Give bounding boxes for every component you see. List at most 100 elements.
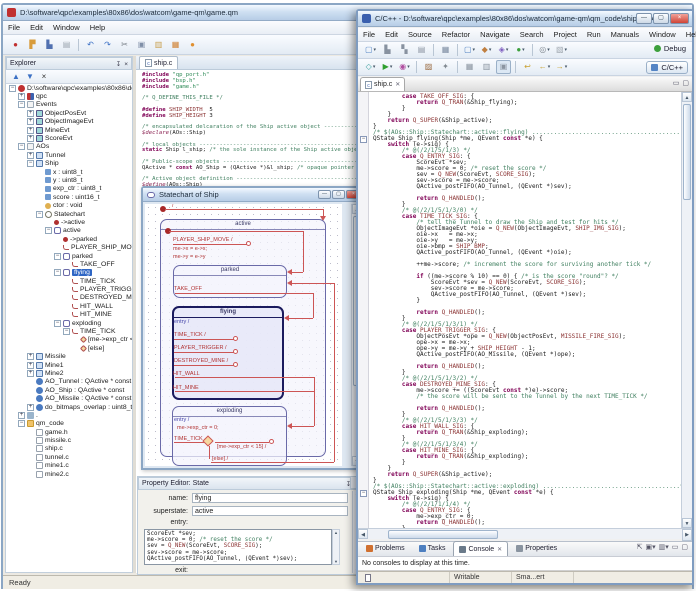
expand-icon[interactable]: + [27,362,34,369]
collapse-icon[interactable]: − [18,420,25,427]
tree-item-scoreevt[interactable]: +ScoreEvt [6,134,132,142]
tree-item-take-off[interactable]: TAKE_OFF [6,260,132,268]
internal-transition-connector[interactable] [269,439,274,444]
expand-icon[interactable]: + [27,404,34,411]
tree-item-statechart[interactable]: −Statechart [6,210,132,218]
tab-problems[interactable]: Problems [360,541,411,556]
expand-icon[interactable]: + [27,353,34,360]
build-settings-button[interactable]: ✦ [438,60,453,74]
scroll-up-icon[interactable]: ▲ [682,92,692,102]
move-down-button[interactable]: ▼ [24,71,36,83]
statechart-minimize-button[interactable]: — [318,190,331,199]
menu-window[interactable]: Window [644,28,681,41]
name-field[interactable]: flying [192,493,348,503]
tree-item-exp-ctr-uint8-t[interactable]: exp_ctr : uint8_t [6,185,132,193]
menu-window[interactable]: Window [48,21,85,34]
tree-item-[interactable]: +. [6,411,132,419]
tree-item-time-tick[interactable]: −TIME_TICK [6,327,132,335]
editor-horizontal-scrollbar[interactable]: ◀ ▶ [358,528,692,539]
tree-item-ctor-void[interactable]: ctor : void [6,201,132,209]
tree-item-active[interactable]: ->active [6,218,132,226]
maximize-button[interactable]: ▢ [653,13,669,24]
minimize-view-icon[interactable]: ▭ [673,80,680,87]
fold-collapse-icon[interactable]: − [360,490,367,497]
statechart-canvas[interactable]: / active PLAYER_SHIP_MOVE / me->x = [145,204,342,466]
tree-item-player-ship-move[interactable]: PLAYER_SHIP_MOVE [6,243,132,251]
tree-item-qpc[interactable]: +qpc [6,92,132,100]
transition-label-destroyed-mine[interactable]: DESTROYED_MINE / [174,358,228,364]
import-button[interactable]: ▦ [168,38,183,52]
menu-file[interactable]: File [3,21,25,34]
save-button[interactable]: ▙ [380,43,395,57]
menu-source[interactable]: Source [403,28,437,41]
undo-button[interactable]: ↶ [83,38,98,52]
tree-item-ship-c[interactable]: ship.c [6,445,132,453]
profile-dropdown[interactable]: ◉▾ [397,60,412,74]
tree-item-mine1-c[interactable]: mine1.c [6,462,132,470]
tree-item-ship[interactable]: −Ship [6,160,132,168]
transition-label-player-trigger[interactable]: PLAYER_TRIGGER / [174,345,226,351]
collapse-icon[interactable]: − [18,101,25,108]
search-dropdown[interactable]: ◎▾ [537,43,552,57]
display-selected-console-dropdown[interactable]: ▣▾ [645,543,655,551]
build-all-button[interactable]: ▦ [438,43,453,57]
expand-icon[interactable]: + [27,118,34,125]
editor-vertical-scrollbar[interactable]: ▲ ▼ [681,92,692,528]
transition-label-player-ship-move[interactable]: PLAYER_SHIP_MOVE / [173,237,233,243]
collapse-icon[interactable]: − [54,320,61,327]
scrollbar-thumb[interactable] [683,104,691,200]
tree-item-ao-ship-qactive-const[interactable]: AO_Ship : QActive * const [6,386,132,394]
collapse-icon[interactable]: − [27,160,34,167]
menu-search[interactable]: Search [515,28,549,41]
entry-editor-scrollbar[interactable]: ▲ ▼ [332,529,340,565]
collapse-icon[interactable]: − [45,227,52,234]
menu-navigate[interactable]: Navigate [475,28,515,41]
collapse-icon[interactable]: − [18,143,25,150]
toggle-block-selection-button[interactable]: ▥ [479,60,494,74]
terminal-button[interactable]: ▨ [421,60,436,74]
forward-dropdown[interactable]: →▾ [554,60,569,74]
scroll-down-icon[interactable]: ▼ [333,559,339,564]
superstate-field[interactable]: active [192,506,348,516]
collapse-icon[interactable]: − [9,85,16,92]
tree-item-hit-mine[interactable]: HIT_MINE [6,311,132,319]
menu-manuals[interactable]: Manuals [606,28,644,41]
debug-config-dropdown[interactable]: ◇▾ [363,60,378,74]
expand-icon[interactable]: + [27,135,34,142]
collapse-icon[interactable]: − [36,211,43,218]
paste-button[interactable]: ▥ [151,38,166,52]
tree-item-parked[interactable]: −parked [6,252,132,260]
menu-help[interactable]: Help [85,21,110,34]
collapse-icon[interactable]: − [54,269,61,276]
tab-properties[interactable]: Properties [510,541,563,556]
fold-collapse-icon[interactable]: − [360,136,367,143]
show-whitespace-toggle[interactable]: ▣ [496,60,511,74]
open-element-dropdown[interactable]: ◈▾ [496,43,511,57]
minimize-button[interactable]: — [636,13,652,24]
tree-item-y-uint8-t[interactable]: y : uint8_t [6,176,132,184]
pin-icon[interactable]: ↧ [116,61,121,68]
maximize-view-icon[interactable]: ▢ [682,80,689,87]
save-all-button[interactable]: ▚ [397,43,412,57]
tree-item-flying[interactable]: −flying [6,269,132,277]
expand-icon[interactable]: + [27,110,34,117]
pin-console-icon[interactable]: ⇱ [637,543,643,551]
tree-item-missile[interactable]: +Missile [6,353,132,361]
scroll-up-icon[interactable]: ▲ [333,530,339,535]
menu-refactor[interactable]: Refactor [437,28,475,41]
tree-item-x-uint8-t[interactable]: x : uint8_t [6,168,132,176]
close-tab-icon[interactable]: ✕ [497,546,502,553]
transition-label-time-tick[interactable]: TIME_TICK / [174,332,206,338]
menu-edit[interactable]: Edit [25,21,48,34]
tree-item-ao-tunnel-qactive-const[interactable]: AO_Tunnel : QActive * const [6,378,132,386]
maximize-panel-icon[interactable]: ▢ [681,543,688,551]
editor-tab-shipc[interactable]: c ship.c ✕ [360,77,405,91]
entry-action-editor[interactable]: ScoreEvt *sev;me->score = 0; /* reset th… [144,529,332,565]
delete-node-button[interactable]: × [38,71,50,83]
tree-item-parked[interactable]: ->parked [6,235,132,243]
internal-transition-connector[interactable] [233,336,238,341]
internal-transition-connector[interactable] [233,362,238,367]
tree-item-exploding[interactable]: −exploding [6,319,132,327]
tree-item-mineevt[interactable]: +MineEvt [6,126,132,134]
open-model-button[interactable]: ▛ [25,38,40,52]
